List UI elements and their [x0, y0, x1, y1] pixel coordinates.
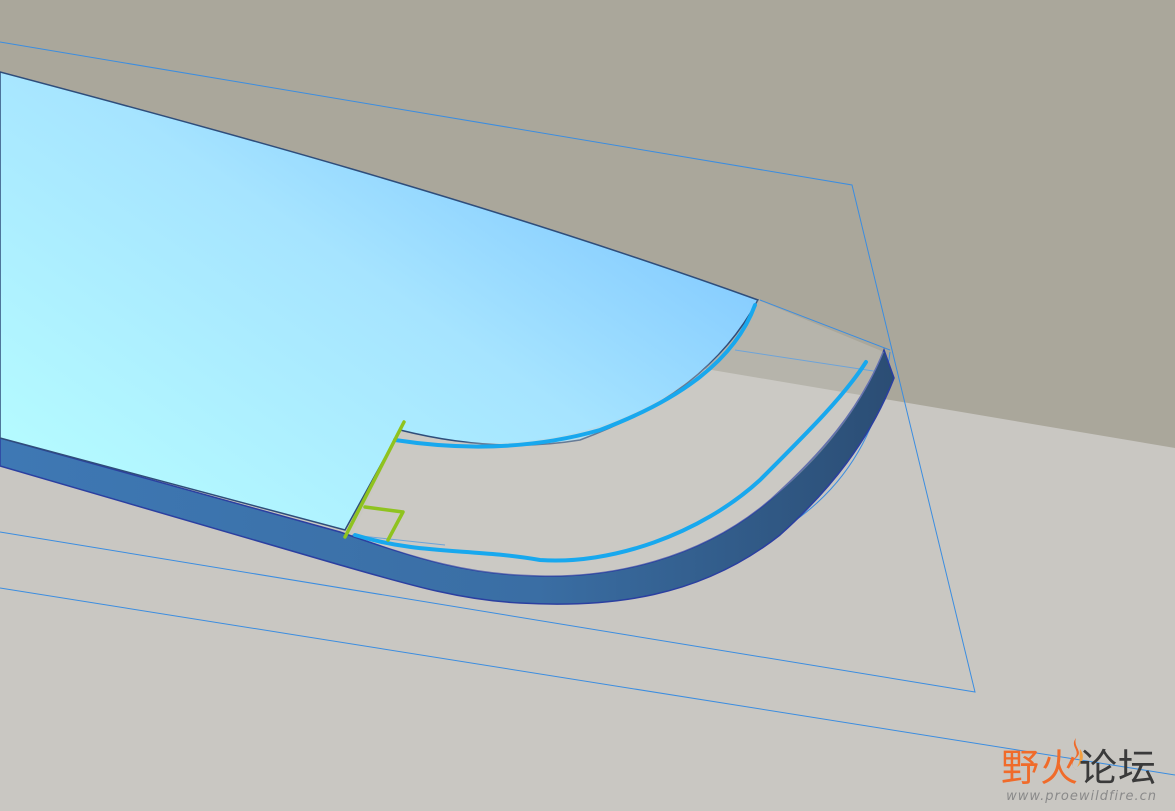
watermark-char: 论	[1078, 746, 1118, 790]
watermark-char: 火	[1039, 746, 1079, 790]
forum-watermark: 野火论坛 www.proewildfire.cn	[967, 749, 1157, 803]
model-scene	[0, 0, 1175, 811]
watermark-char: 野	[1000, 746, 1040, 790]
cad-viewport[interactable]: 野火论坛 www.proewildfire.cn	[0, 0, 1175, 811]
watermark-title: 野火论坛	[967, 749, 1157, 787]
watermark-url: www.proewildfire.cn	[1006, 789, 1157, 804]
watermark-char: 坛	[1117, 746, 1157, 790]
